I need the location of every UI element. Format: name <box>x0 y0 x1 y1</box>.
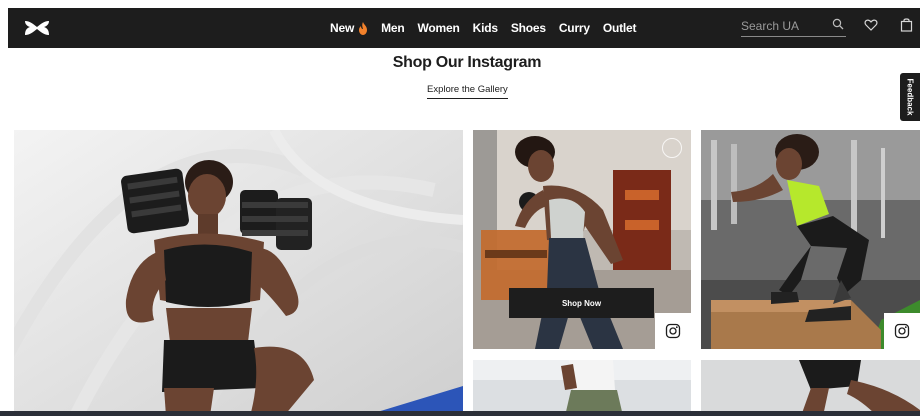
section-title: Shop Our Instagram <box>392 54 542 71</box>
nav-item-outlet[interactable]: Outlet <box>602 21 637 35</box>
explore-gallery-link[interactable]: Explore the Gallery <box>427 84 508 99</box>
search-box <box>741 15 846 37</box>
feedback-tab[interactable]: Feedback <box>900 73 920 121</box>
under-armour-logo-icon[interactable] <box>22 18 52 38</box>
nav-item-label: New <box>330 21 355 35</box>
instagram-tile-athlete[interactable] <box>701 360 920 416</box>
bag-icon[interactable] <box>900 17 913 32</box>
instagram-badge[interactable] <box>884 313 920 349</box>
nav-item-women[interactable]: Women <box>417 21 459 35</box>
instagram-tile-runner[interactable] <box>473 360 691 416</box>
flame-icon <box>359 21 368 35</box>
search-icon[interactable] <box>832 18 844 30</box>
instagram-icon <box>894 323 910 339</box>
instagram-icon <box>665 323 681 339</box>
nav-item-new[interactable]: New <box>330 21 368 35</box>
feedback-label: Feedback <box>905 78 915 116</box>
page-bottom-edge <box>0 411 920 416</box>
shop-now-button[interactable]: Shop Now <box>509 288 654 318</box>
gallery-marker-icon <box>662 138 682 158</box>
runner-photo <box>473 360 691 416</box>
nav-item-label: Curry <box>558 21 590 35</box>
nav-item-label: Kids <box>472 21 498 35</box>
instagram-tile-gym[interactable]: Shop Now <box>473 130 691 349</box>
nav-item-kids[interactable]: Kids <box>473 21 498 35</box>
nav-item-label: Shoes <box>510 21 546 35</box>
nav-item-label: Women <box>417 21 460 35</box>
heart-icon[interactable] <box>864 18 878 32</box>
nav-item-label: Outlet <box>602 21 637 35</box>
instagram-badge[interactable] <box>655 313 691 349</box>
nav-item-shoes[interactable]: Shoes <box>511 21 546 35</box>
instagram-tile-main[interactable] <box>14 130 463 416</box>
nav-item-men[interactable]: Men <box>381 21 405 35</box>
athlete-dumbbells-photo <box>14 130 463 416</box>
instagram-tile-box-squat[interactable] <box>701 130 920 349</box>
athlete-legs-photo <box>701 360 920 416</box>
header-bar: New Men Women Kids Shoes Curry Outlet <box>8 8 920 48</box>
search-input[interactable] <box>741 17 821 35</box>
nav-item-label: Men <box>381 21 405 35</box>
nav-item-curry[interactable]: Curry <box>559 21 590 35</box>
main-nav: New Men Women Kids Shoes Curry Outlet <box>330 8 637 48</box>
